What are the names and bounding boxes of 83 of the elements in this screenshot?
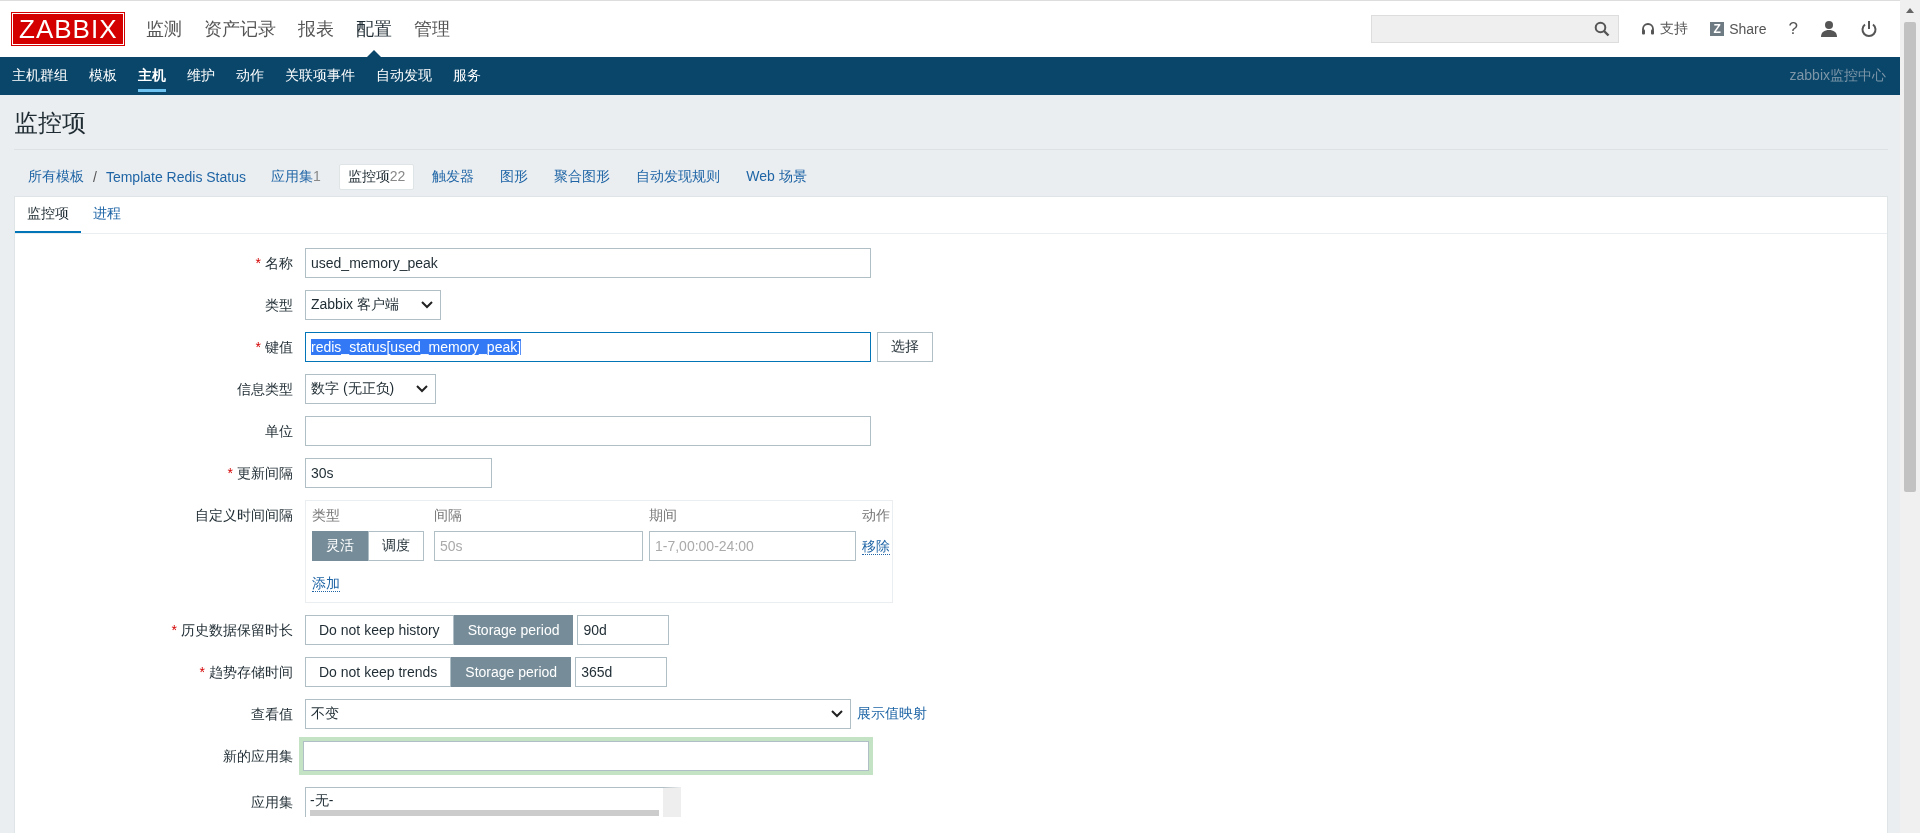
- template-tab[interactable]: 聚合图形: [546, 165, 619, 189]
- period-field[interactable]: 365d: [575, 657, 668, 687]
- support-link[interactable]: 支持: [1641, 20, 1689, 38]
- page-title: 监控项: [14, 95, 1888, 150]
- template-tab[interactable]: 监控项22: [338, 164, 415, 190]
- submenu-item[interactable]: 主机: [138, 60, 166, 92]
- select-button[interactable]: 选择: [877, 332, 933, 362]
- template-tab[interactable]: Web 场景: [738, 165, 815, 189]
- field-label: 更新间隔: [237, 465, 293, 481]
- caret-icon: [420, 301, 433, 309]
- submenu-item[interactable]: 模板: [89, 60, 117, 92]
- submenu-item[interactable]: 关联项事件: [285, 60, 355, 92]
- required-mark: *: [171, 622, 177, 638]
- field-label: 趋势存储时间: [209, 664, 293, 680]
- dropdown[interactable]: Zabbix 客户端: [305, 290, 441, 320]
- template-tab[interactable]: 触发器: [424, 165, 483, 189]
- menu-item[interactable]: 报表: [298, 1, 335, 57]
- required-mark: *: [255, 255, 261, 271]
- dropdown[interactable]: 数字 (无正负): [305, 374, 437, 404]
- remove-link[interactable]: 移除: [862, 537, 890, 555]
- text-field[interactable]: [299, 737, 873, 775]
- storage-toggle[interactable]: Do not keep trends: [305, 657, 452, 687]
- headset-icon: [1641, 22, 1656, 36]
- field-label: 类型: [265, 297, 293, 313]
- period-field[interactable]: 90d: [577, 615, 670, 645]
- value-mapping-link[interactable]: 展示值映射: [857, 705, 927, 723]
- required-mark: *: [199, 664, 205, 680]
- server-name: zabbix监控中心: [1789, 67, 1886, 85]
- template-tab[interactable]: 图形: [492, 165, 537, 189]
- field-label: 单位: [265, 423, 293, 439]
- add-link[interactable]: 添加: [312, 575, 340, 592]
- submenu-item[interactable]: 服务: [453, 60, 481, 92]
- help-link[interactable]: ?: [1788, 19, 1798, 39]
- template-tab[interactable]: 自动发现规则: [628, 165, 729, 189]
- text-field[interactable]: [305, 416, 871, 446]
- field-label: 历史数据保留时长: [181, 622, 293, 638]
- required-mark: *: [227, 465, 233, 481]
- submenu-item[interactable]: 维护: [187, 60, 215, 92]
- column-header: 类型: [312, 507, 341, 525]
- period-field[interactable]: 1-7,00:00-24:00: [649, 531, 856, 561]
- column-header: 动作: [862, 507, 890, 525]
- field-label: 自定义时间间隔: [195, 507, 293, 523]
- form-tab[interactable]: 进程: [81, 197, 133, 233]
- field-label: 应用集: [251, 794, 293, 810]
- storage-toggle[interactable]: Do not keep history: [305, 615, 454, 645]
- key-field[interactable]: redis_status[used_memory_peak]: [305, 332, 871, 362]
- submenu-item[interactable]: 动作: [236, 60, 264, 92]
- menu-item[interactable]: 资产记录: [204, 1, 277, 57]
- field-label: 名称: [265, 255, 293, 271]
- power-icon[interactable]: [1860, 20, 1878, 38]
- caret-icon: [831, 710, 843, 718]
- required-mark: *: [255, 339, 261, 355]
- list-option[interactable]: -无-: [310, 792, 659, 808]
- template-tab[interactable]: 应用集1: [262, 165, 329, 189]
- listbox[interactable]: -无-: [305, 787, 681, 817]
- search-icon[interactable]: [1594, 21, 1611, 37]
- user-icon[interactable]: [1820, 20, 1838, 38]
- submenu-item[interactable]: 自动发现: [376, 60, 432, 92]
- breadcrumb-separator: /: [92, 169, 98, 185]
- breadcrumb-link[interactable]: Template Redis Status: [98, 166, 253, 188]
- scroll-thumb[interactable]: [1904, 22, 1916, 492]
- field-label: 新的应用集: [223, 748, 293, 764]
- menu-item[interactable]: 管理: [414, 1, 451, 57]
- breadcrumb-link[interactable]: 所有模板: [21, 165, 91, 189]
- field-label: 信息类型: [237, 381, 293, 397]
- form-tab[interactable]: 监控项: [15, 197, 81, 233]
- interval-field[interactable]: 50s: [434, 531, 643, 561]
- text-field[interactable]: used_memory_peak: [305, 248, 871, 278]
- dropdown[interactable]: 不变: [305, 699, 851, 729]
- submenu-item[interactable]: 主机群组: [12, 60, 68, 92]
- scroll-up-icon[interactable]: [1905, 6, 1915, 14]
- field-label: 键值: [265, 339, 293, 355]
- caret-icon: [416, 385, 429, 393]
- zabbix-logo[interactable]: ZABBIX: [12, 13, 125, 45]
- field-label: 查看值: [251, 706, 293, 722]
- share-link[interactable]: Z Share: [1710, 21, 1767, 37]
- menu-item[interactable]: 监测: [146, 1, 183, 57]
- column-header: 期间: [649, 507, 678, 525]
- text-field[interactable]: 30s: [305, 458, 492, 488]
- scrollbar[interactable]: [1900, 0, 1920, 833]
- mode-toggle[interactable]: 调度: [368, 531, 424, 561]
- column-header: 间隔: [434, 507, 463, 525]
- search-field[interactable]: [1371, 15, 1620, 43]
